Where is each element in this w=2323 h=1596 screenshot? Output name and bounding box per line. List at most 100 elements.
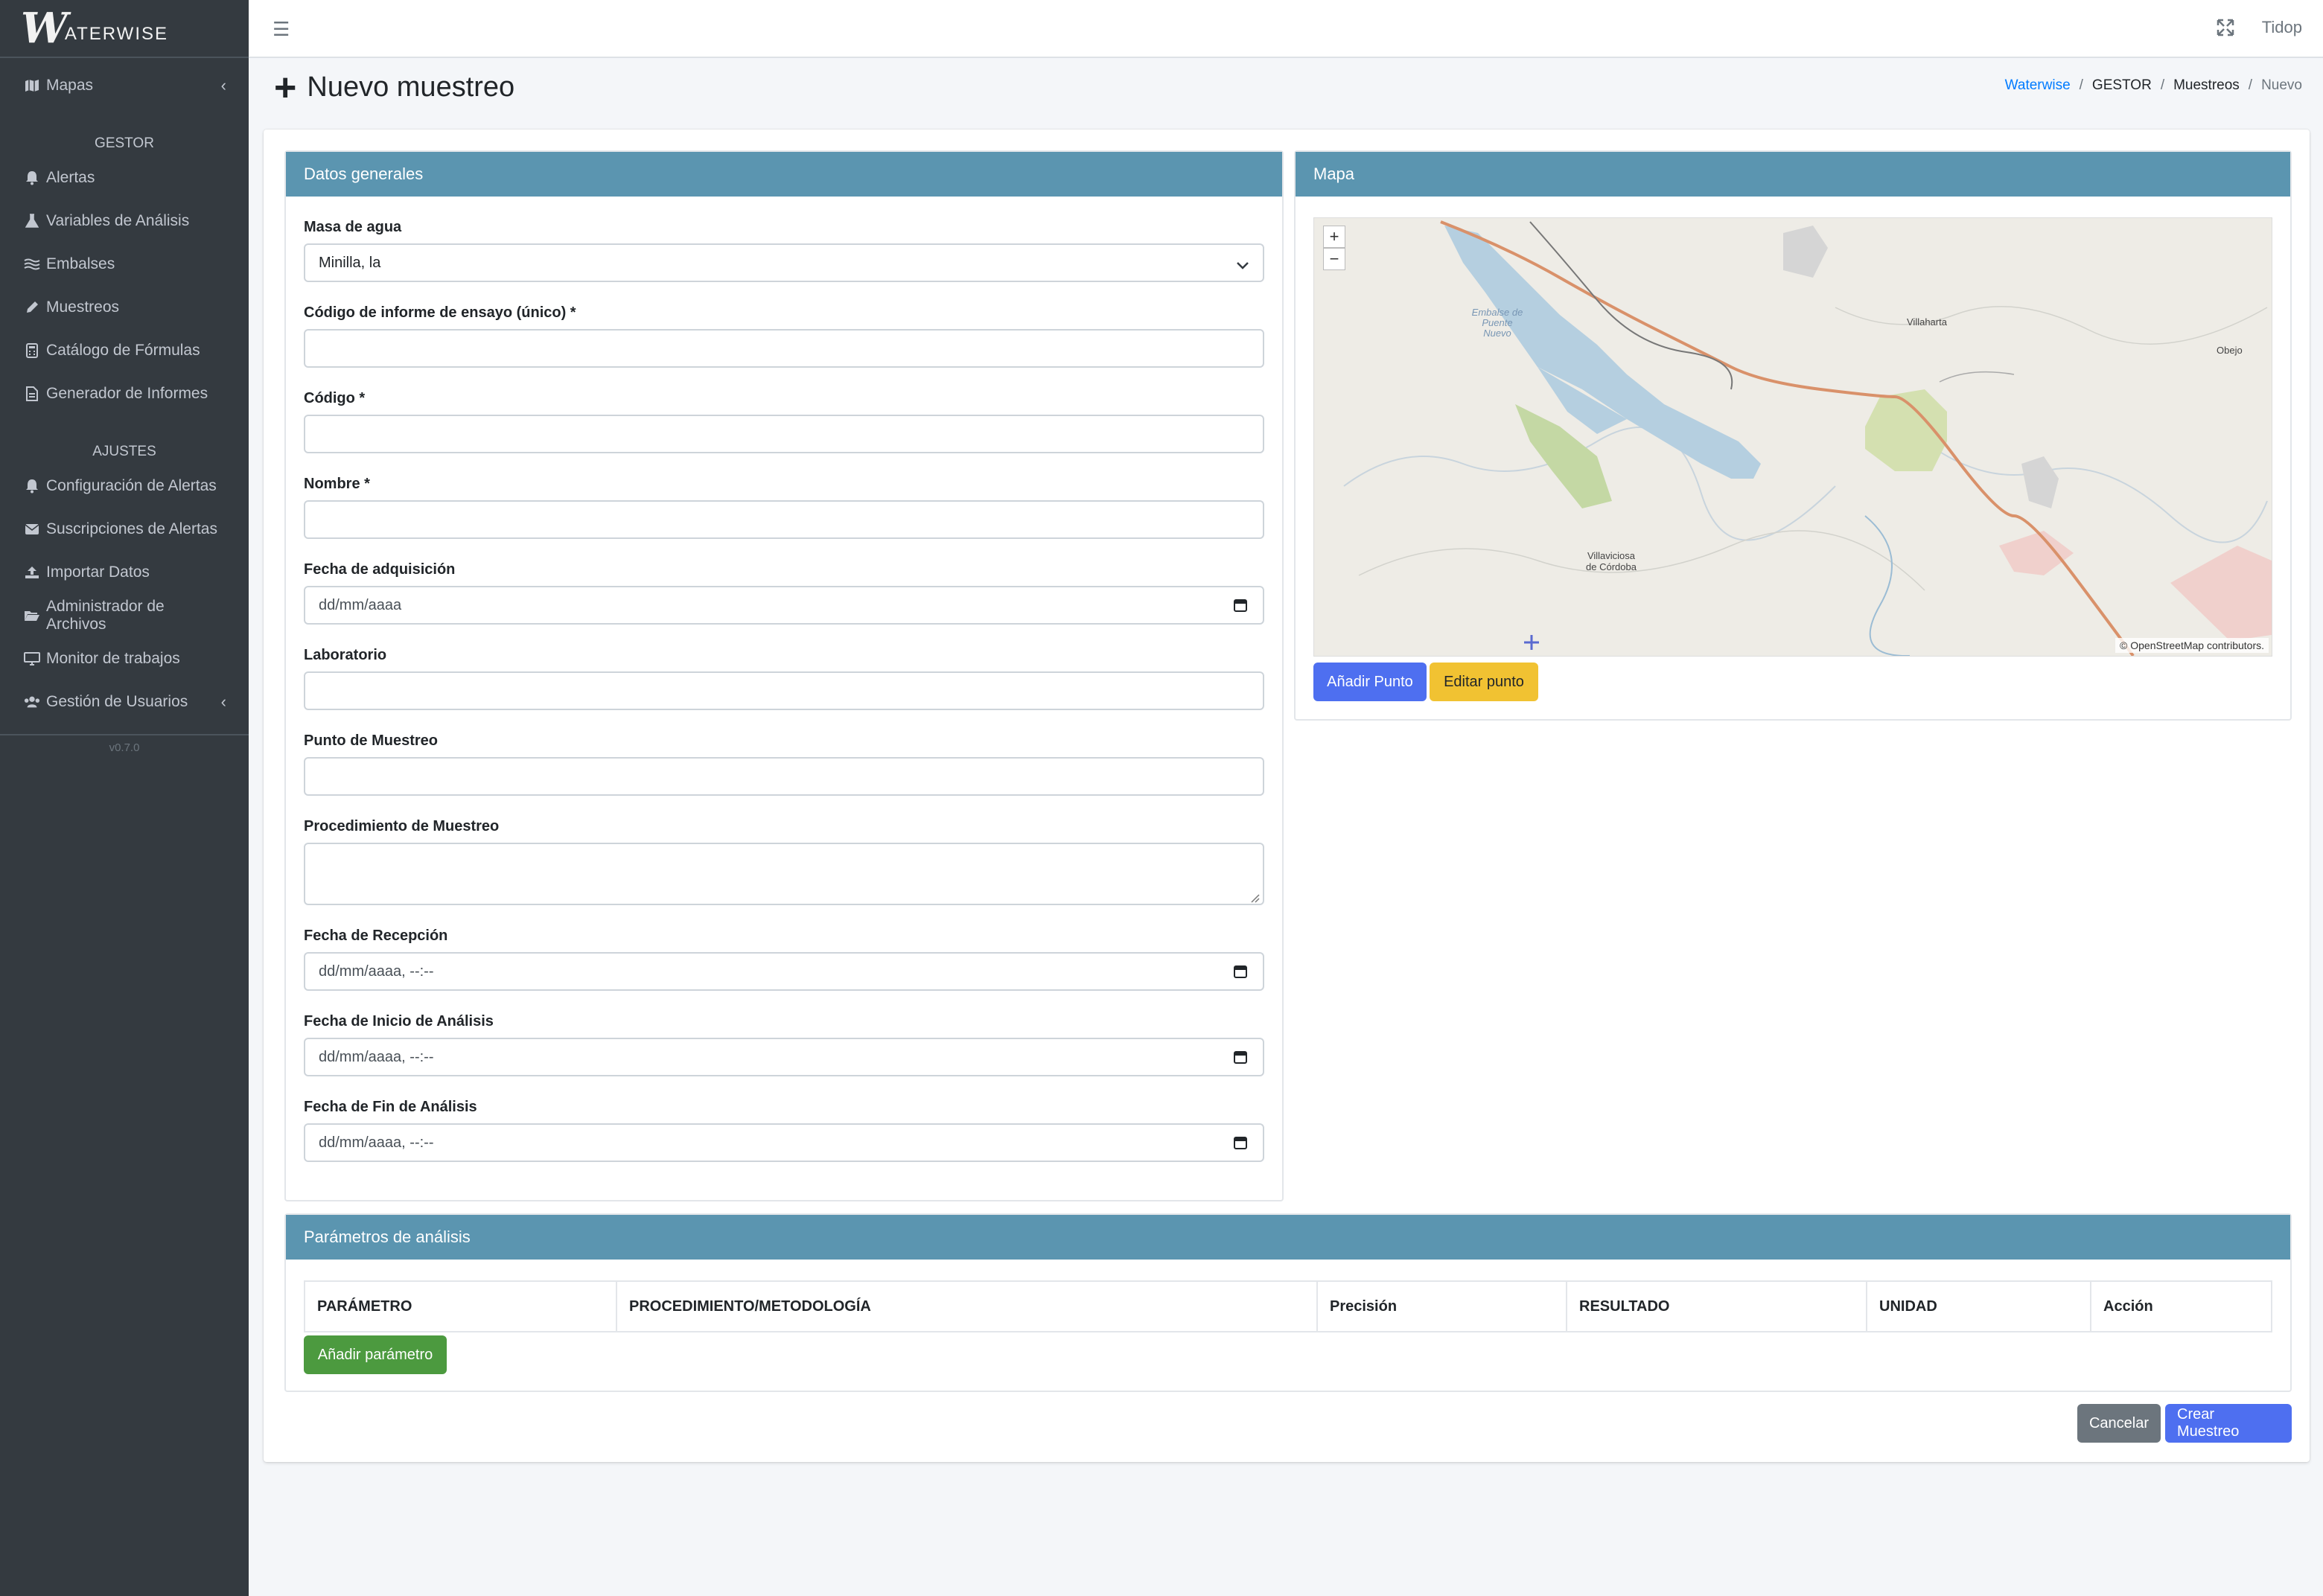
folder-open-icon xyxy=(24,610,40,622)
add-point-button[interactable]: Añadir Punto xyxy=(1313,663,1427,701)
column-header-accion: Acción xyxy=(2090,1280,2272,1332)
fullscreen-icon[interactable] xyxy=(2216,18,2235,37)
breadcrumb-muestreos: Muestreos xyxy=(2173,77,2240,93)
codigo-label: Código * xyxy=(304,390,366,406)
sidebar-item-label: Alertas xyxy=(46,169,95,186)
sidebar-item-label: Catálogo de Fórmulas xyxy=(46,342,200,359)
brand-logo: W ATERWISE xyxy=(21,7,168,49)
page-title-text: Nuevo muestreo xyxy=(307,71,515,103)
sidebar-item-label: Configuración de Alertas xyxy=(46,477,217,494)
chevron-left-icon: ‹ xyxy=(220,692,226,711)
edit-point-button[interactable]: Editar punto xyxy=(1430,663,1538,701)
fecha-fin-input[interactable]: dd/mm/aaaa, --:-- xyxy=(304,1123,1264,1162)
cancel-button[interactable]: Cancelar xyxy=(2077,1404,2161,1443)
masa-agua-select[interactable]: Minilla, la xyxy=(304,243,1264,282)
breadcrumb-waterwise[interactable]: Waterwise xyxy=(2005,77,2071,94)
codigo-informe-group: Código de informe de ensayo (único) * xyxy=(304,304,1264,368)
upload-icon xyxy=(24,566,40,579)
sidebar-item-generador[interactable]: Generador de Informes xyxy=(0,372,249,415)
map-view[interactable]: Embalse de Puente Nuevo Villaharta Obejo… xyxy=(1313,217,2272,657)
calendar-icon[interactable] xyxy=(1233,598,1248,613)
table-header-row: PARÁMETRO PROCEDIMIENTO/METODOLOGÍA Prec… xyxy=(304,1280,2272,1332)
laboratorio-group: Laboratorio xyxy=(304,647,1264,710)
create-sampling-button[interactable]: Crear Muestreo xyxy=(2165,1404,2292,1443)
datos-generales-panel: Datos generales Masa de agua Minilla, la… xyxy=(284,150,1284,1201)
users-icon xyxy=(24,695,40,709)
sidebar-item-alertas[interactable]: Alertas xyxy=(0,156,249,200)
breadcrumb-separator: / xyxy=(2160,77,2165,93)
sidebar-item-label: Monitor de trabajos xyxy=(46,650,180,667)
sidebar-item-muestreos[interactable]: Muestreos xyxy=(0,286,249,329)
laboratorio-input[interactable] xyxy=(304,671,1264,710)
breadcrumb-separator: / xyxy=(2079,77,2083,93)
desktop-icon xyxy=(24,652,40,665)
fecha-inicio-label: Fecha de Inicio de Análisis xyxy=(304,1013,494,1030)
fecha-recepcion-group: Fecha de Recepción dd/mm/aaaa, --:-- xyxy=(304,928,1264,991)
bell-icon xyxy=(24,479,40,494)
sidebar-section-ajustes: AJUSTES xyxy=(92,444,156,459)
zoom-out-button[interactable]: − xyxy=(1323,248,1345,270)
sidebar-item-label: Mapas xyxy=(46,77,94,94)
main-card: Datos generales Masa de agua Minilla, la… xyxy=(264,130,2310,1462)
column-header-precision: Precisión xyxy=(1316,1280,1567,1332)
fecha-inicio-group: Fecha de Inicio de Análisis dd/mm/aaaa, … xyxy=(304,1013,1264,1076)
fecha-inicio-input[interactable]: dd/mm/aaaa, --:-- xyxy=(304,1038,1264,1076)
map-place-label: Obejo xyxy=(2217,345,2243,356)
fecha-adquisicion-group: Fecha de adquisición dd/mm/aaaa xyxy=(304,561,1264,625)
breadcrumb-separator: / xyxy=(2248,77,2253,93)
column-header-procedimiento: PROCEDIMIENTO/METODOLOGÍA xyxy=(616,1280,1318,1332)
laboratorio-label: Laboratorio xyxy=(304,647,387,663)
sidebar-item-catalogo[interactable]: Catálogo de Fórmulas xyxy=(0,329,249,372)
fecha-recepcion-input[interactable]: dd/mm/aaaa, --:-- xyxy=(304,952,1264,991)
parametros-panel: Parámetros de análisis PARÁMETRO PROCEDI… xyxy=(284,1213,2292,1392)
fecha-fin-group: Fecha de Fin de Análisis dd/mm/aaaa, --:… xyxy=(304,1099,1264,1162)
fecha-adquisicion-label: Fecha de adquisición xyxy=(304,561,456,578)
breadcrumb-nuevo: Nuevo xyxy=(2261,77,2302,93)
nombre-input[interactable] xyxy=(304,500,1264,539)
add-parameter-button[interactable]: Añadir parámetro xyxy=(304,1335,447,1374)
sidebar-item-usuarios[interactable]: Gestión de Usuarios ‹ xyxy=(0,680,249,724)
sidebar-item-mapas[interactable]: Mapas ‹ xyxy=(0,64,249,107)
parametros-header: Parámetros de análisis xyxy=(286,1215,2290,1260)
user-menu[interactable]: Tidop xyxy=(2262,18,2302,37)
sidebar-item-label: Gestión de Usuarios xyxy=(46,693,188,710)
sidebar-section-gestor: GESTOR xyxy=(95,135,154,151)
sidebar-item-monitor[interactable]: Monitor de trabajos xyxy=(0,637,249,680)
map-attribution[interactable]: © OpenStreetMap contributors. xyxy=(2115,638,2269,653)
pen-icon xyxy=(24,301,40,314)
hamburger-menu-icon[interactable]: ☰ xyxy=(273,18,290,41)
procedimiento-textarea[interactable] xyxy=(304,843,1264,905)
sidebar-item-label: Generador de Informes xyxy=(46,385,208,402)
brand[interactable]: W ATERWISE xyxy=(0,0,249,58)
bell-icon xyxy=(24,170,40,185)
calendar-icon[interactable] xyxy=(1233,1135,1248,1150)
column-header-parametro: PARÁMETRO xyxy=(304,1280,617,1332)
resize-grip-icon[interactable] xyxy=(1249,890,1260,903)
sidebar-divider xyxy=(0,734,249,735)
sidebar-item-variables[interactable]: Variables de Análisis xyxy=(0,200,249,243)
sidebar: W ATERWISE Mapas ‹ GESTOR Alertas Variab… xyxy=(0,0,249,1596)
sidebar-item-administrador[interactable]: Administrador de Archivos xyxy=(0,594,249,637)
sidebar-item-label: Administrador de Archivos xyxy=(46,598,165,633)
sidebar-item-importar[interactable]: Importar Datos xyxy=(0,551,249,594)
sidebar-item-suscripciones[interactable]: Suscripciones de Alertas xyxy=(0,508,249,551)
fecha-fin-label: Fecha de Fin de Análisis xyxy=(304,1099,477,1115)
sidebar-item-embalses[interactable]: Embalses xyxy=(0,243,249,286)
sidebar-item-label: Suscripciones de Alertas xyxy=(46,520,217,537)
chevron-left-icon: ‹ xyxy=(220,76,226,95)
calendar-icon[interactable] xyxy=(1233,964,1248,979)
punto-muestreo-input[interactable] xyxy=(304,757,1264,796)
codigo-input[interactable] xyxy=(304,415,1264,453)
masa-agua-value: Minilla, la xyxy=(319,254,381,271)
sidebar-item-config-alertas[interactable]: Configuración de Alertas xyxy=(0,465,249,508)
zoom-in-button[interactable]: + xyxy=(1323,226,1345,248)
map-icon xyxy=(24,79,40,92)
breadcrumb: Waterwise / GESTOR / Muestreos / Nuevo xyxy=(2005,77,2302,94)
sidebar-item-label: Importar Datos xyxy=(46,564,150,581)
calendar-icon[interactable] xyxy=(1233,1050,1248,1064)
mapa-header: Mapa xyxy=(1296,152,2290,197)
fecha-adquisicion-input[interactable]: dd/mm/aaaa xyxy=(304,586,1264,625)
fecha-recepcion-label: Fecha de Recepción xyxy=(304,928,448,944)
fecha-fin-placeholder: dd/mm/aaaa, --:-- xyxy=(319,1134,434,1151)
codigo-informe-input[interactable] xyxy=(304,329,1264,368)
